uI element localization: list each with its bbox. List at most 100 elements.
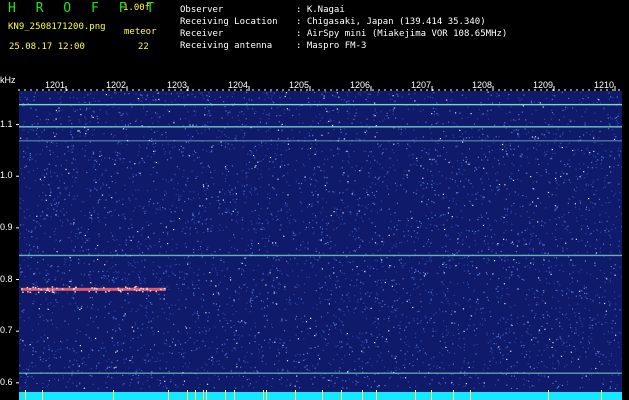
time-tick-label: 1201	[45, 80, 66, 90]
meteor-echo-dot	[21, 288, 23, 290]
baseline-spike	[322, 390, 323, 400]
baseline-spike	[453, 390, 454, 400]
info-key: Receiving antenna	[180, 41, 273, 51]
meteor-echo-dot	[135, 289, 138, 292]
spectrogram-canvas	[19, 91, 622, 400]
time-tick-label: 1209	[533, 80, 554, 90]
meteor-echo-dot	[103, 287, 105, 289]
meteor-echo-dot	[118, 289, 120, 292]
meteor-echo-dot	[56, 287, 58, 290]
meteor-echo-dot	[27, 291, 29, 293]
info-row-antenna: Receiving antenna : Maspro FM-3	[180, 40, 507, 52]
meteor-echo	[21, 287, 166, 291]
info-key: Receiving Location	[180, 17, 278, 27]
baseline-spike	[25, 390, 26, 400]
noise-field	[19, 91, 622, 390]
info-row-observer: Observer : K.Nagai	[180, 4, 507, 16]
baseline-spike	[195, 390, 196, 400]
meteor-echo-dot	[53, 291, 55, 293]
meteor-echo-dot	[47, 289, 49, 291]
meteor-echo-dot	[73, 288, 75, 290]
meteor-echo-dot	[163, 287, 166, 290]
baseline-strip	[19, 392, 622, 400]
right-margin	[622, 73, 629, 400]
meteor-echo-dot	[74, 291, 76, 293]
carrier-line	[19, 140, 622, 142]
meteor-echo-dot	[146, 288, 148, 290]
meteor-echo-dot	[160, 288, 162, 291]
time-tick-label: 1205	[289, 80, 310, 90]
meteor-echo-dot	[134, 286, 136, 288]
info-value: : Chigasaki, Japan (139.414 35.340)	[296, 17, 486, 27]
meteor-echo-dot	[91, 287, 93, 289]
meteor-echo-dot	[140, 287, 142, 290]
baseline-spike	[206, 390, 207, 400]
info-row-receiver: Receiver : AirSpy mini (Miakejima VOR 108…	[180, 28, 507, 40]
meteor-echo-dot	[32, 286, 34, 289]
meteor-echo-dot	[149, 290, 152, 292]
meteor-echo-dot	[88, 290, 90, 293]
meteor-echo-dot	[48, 290, 51, 292]
filename-label: KN9_2508171200.png	[8, 22, 106, 32]
info-value: : Maspro FM-3	[296, 41, 367, 51]
meteor-echo-dot	[155, 290, 157, 293]
carrier-line	[19, 254, 622, 257]
baseline-spike	[376, 390, 377, 400]
baseline-spike	[113, 390, 114, 400]
time-tick-label: 1203	[167, 80, 188, 90]
meteor-echo-dot	[95, 291, 97, 293]
meteor-echo-dot	[142, 290, 144, 293]
time-tick-label: 1207	[411, 80, 432, 90]
baseline-spike	[225, 390, 226, 400]
meteor-echo-dot	[51, 286, 54, 288]
meteor-echo-dot	[120, 290, 122, 293]
meteor-echo-dot	[68, 286, 71, 288]
info-value: : AirSpy mini (Miakejima VOR 108.65MHz)	[296, 29, 508, 39]
datetime-label: 25.08.17 12:00	[9, 42, 85, 52]
meteor-echo-dot	[96, 288, 98, 290]
meteor-echo-dot	[29, 291, 31, 293]
baseline-spike	[341, 390, 342, 400]
freq-unit-label: kHz	[0, 75, 16, 85]
baseline-spike	[42, 390, 43, 400]
info-key: Receiver	[180, 29, 224, 39]
baseline-spike	[266, 390, 267, 400]
baseline-spike	[168, 390, 169, 400]
meteor-echo-dot	[94, 287, 96, 289]
baseline-spike	[431, 390, 432, 400]
meteor-echo-dot	[46, 287, 49, 290]
time-tick-label: 1210	[594, 80, 615, 90]
meteor-echo-dot	[138, 289, 141, 292]
meteor-echo-dot	[142, 288, 144, 290]
meteor-echo-dot	[128, 287, 131, 290]
meteor-echo-dot	[125, 286, 127, 288]
carrier-line	[19, 126, 622, 128]
meteor-echo-dot	[61, 288, 64, 290]
station-info: Observer : K.Nagai Receiving Location : Ch…	[180, 4, 507, 52]
echo-count: 22	[138, 42, 149, 52]
meteor-echo-dot	[34, 286, 37, 289]
baseline-spike	[548, 390, 549, 400]
baseline-spike	[601, 390, 602, 400]
baseline-spike	[203, 390, 204, 400]
baseline-spike	[263, 390, 264, 400]
meteor-echo-dot	[75, 286, 77, 289]
meteor-echo-dot	[117, 287, 119, 290]
time-tick-label: 1202	[106, 80, 127, 90]
freq-tick-label: 1.1	[0, 118, 13, 129]
meteor-echo-dot	[38, 288, 40, 290]
info-row-location: Receiving Location : Chigasaki, Japan (13…	[180, 16, 507, 28]
time-tick-label: 1208	[472, 80, 493, 90]
meteor-echo-dot	[108, 290, 110, 292]
freq-tick-label: 0.7	[0, 325, 13, 336]
meteor-echo-dot	[51, 289, 54, 291]
info-value: : K.Nagai	[296, 5, 345, 15]
meteor-echo-dot	[45, 289, 48, 292]
info-key: Observer	[180, 5, 224, 15]
freq-tick-label: 0.8	[0, 273, 13, 284]
time-tick-label: 1204	[228, 80, 249, 90]
meteor-echo-dot	[105, 291, 107, 293]
version-label: 1.00f	[123, 3, 151, 13]
baseline-spike	[470, 390, 471, 400]
baseline-spike	[234, 390, 235, 400]
